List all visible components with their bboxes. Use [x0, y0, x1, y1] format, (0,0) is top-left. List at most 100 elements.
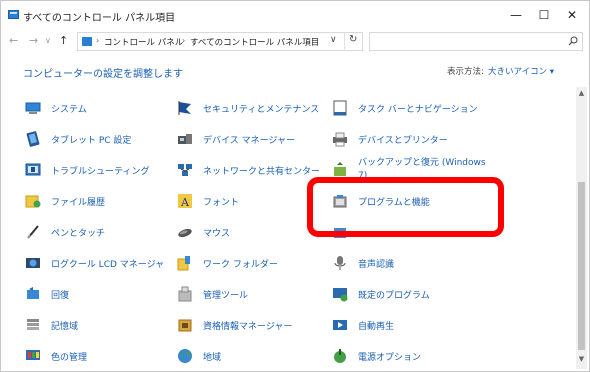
credential-icon	[178, 319, 192, 332]
item-file-history[interactable]: ファイル履歴	[25, 190, 185, 212]
item-label: 既定のプログラム	[358, 291, 430, 301]
svg-text:A: A	[180, 196, 190, 209]
item-label: フォント	[203, 198, 240, 208]
item-label: トラブルシューティング	[51, 167, 150, 177]
address-row: ← → ∨ ↑ › コントロール パネル › すべてのコントロール パネル項目 …	[1, 29, 589, 55]
microphone-icon	[334, 256, 346, 270]
device-manager-icon	[178, 134, 192, 144]
globe-icon	[178, 349, 192, 363]
color-management-icon	[26, 350, 40, 360]
default-programs-icon	[333, 288, 348, 302]
item-label: ファイル履歴	[51, 198, 106, 208]
view-by-select[interactable]: 大きいアイコン ▾	[488, 65, 554, 77]
item-pen-and-touch[interactable]: ペンとタッチ	[25, 221, 185, 243]
recovery-icon	[27, 287, 39, 299]
item-tablet-pc-settings[interactable]: タブレット PC 設定	[25, 128, 185, 150]
address-dropdown-icon[interactable]: ∨	[330, 35, 337, 45]
autoplay-icon	[333, 320, 347, 330]
lcd-manager-icon	[26, 258, 40, 268]
backup-icon	[334, 162, 346, 176]
item-autoplay[interactable]: 自動再生	[332, 314, 492, 336]
search-icon	[568, 36, 578, 46]
refresh-icon[interactable]: ↻	[349, 34, 357, 45]
item-label: 色の管理	[51, 353, 88, 363]
item-region[interactable]: 地域	[177, 345, 337, 367]
power-icon	[334, 349, 346, 363]
scroll-down-icon[interactable]: ▼	[576, 355, 587, 363]
item-default-programs[interactable]: 既定のプログラム	[332, 283, 492, 305]
breadcrumb-separator-icon: ›	[96, 36, 100, 45]
item-taskbar-and-navigation[interactable]: タスク バーとナビゲーション	[332, 97, 492, 119]
item-system[interactable]: システム	[25, 97, 185, 119]
item-work-folders[interactable]: ワーク フォルダー	[177, 252, 337, 274]
item-label: タスク バーとナビゲーション	[358, 105, 478, 115]
item-label: 記憶域	[51, 322, 79, 332]
item-label: 自動再生	[358, 322, 395, 332]
troubleshooting-icon	[25, 163, 41, 176]
recent-locations-icon[interactable]: ∨	[45, 33, 51, 49]
page-title: コンピューターの設定を調整します	[23, 69, 183, 80]
item-device-manager[interactable]: デバイス マネージャー	[177, 128, 337, 150]
item-label: ネットワークと共有センター	[203, 167, 321, 177]
item-label: ワーク フォルダー	[203, 260, 278, 270]
item-label: デバイス マネージャー	[203, 136, 295, 146]
item-label: ログクール LCD マネージャ	[51, 260, 165, 270]
scroll-thumb[interactable]	[578, 182, 585, 350]
network-icon	[178, 164, 192, 176]
item-label: 管理ツール	[203, 291, 249, 301]
address-folder-icon	[82, 37, 92, 46]
item-label: セキュリティとメンテナンス	[203, 105, 320, 115]
item-recovery[interactable]: 回復	[25, 283, 185, 305]
close-button[interactable]: ✕	[554, 3, 590, 27]
item-storage-spaces[interactable]: 記憶域	[25, 314, 185, 336]
back-arrow-icon[interactable]: ←	[9, 33, 18, 49]
address-divider	[344, 33, 345, 50]
item-troubleshooting[interactable]: トラブルシューティング	[25, 159, 185, 181]
printer-icon	[333, 132, 347, 147]
search-input[interactable]	[369, 32, 583, 51]
item-logitech-lcd-manager[interactable]: ログクール LCD マネージャ	[25, 252, 185, 274]
forward-arrow-icon[interactable]: →	[29, 33, 38, 49]
breadcrumb-all-items[interactable]: すべてのコントロール パネル項目	[190, 36, 319, 48]
vertical-scrollbar[interactable]: ▲ ▼	[576, 87, 587, 369]
mouse-icon	[178, 228, 192, 238]
item-color-management[interactable]: 色の管理	[25, 345, 185, 367]
item-label: デバイスとプリンター	[358, 136, 448, 146]
item-security-and-maintenance[interactable]: セキュリティとメンテナンス	[177, 97, 337, 119]
item-label: 音声認識	[358, 260, 395, 270]
item-label: 電源オプション	[358, 353, 422, 363]
item-administrative-tools[interactable]: 管理ツール	[177, 283, 337, 305]
tablet-icon	[26, 131, 40, 147]
item-label: 回復	[51, 291, 70, 301]
storage-icon	[27, 319, 39, 330]
item-label: 地域	[203, 353, 222, 363]
security-flag-icon	[178, 101, 191, 115]
item-label: 資格情報マネージャー	[203, 322, 293, 332]
item-power-options[interactable]: 電源オプション	[332, 345, 492, 367]
breadcrumb-separator-icon: ›	[182, 36, 186, 45]
item-label: マウス	[203, 229, 231, 239]
breadcrumb-control-panel[interactable]: コントロール パネル	[104, 36, 183, 48]
admin-tools-icon	[178, 286, 192, 302]
scroll-up-icon[interactable]: ▲	[576, 89, 587, 97]
item-devices-and-printers[interactable]: デバイスとプリンター	[332, 128, 492, 150]
item-label: ペンとタッチ	[51, 229, 106, 239]
address-bar[interactable]: › コントロール パネル › すべてのコントロール パネル項目 ∨ ↻	[77, 32, 363, 51]
control-panel-icon	[8, 10, 19, 19]
item-label: タブレット PC 設定	[51, 136, 132, 146]
item-speech-recognition[interactable]: 音声認識	[332, 252, 492, 274]
file-history-icon	[25, 195, 41, 208]
up-arrow-icon[interactable]: ↑	[59, 33, 68, 49]
item-credential-manager[interactable]: 資格情報マネージャー	[177, 314, 337, 336]
title-bar: すべてのコントロール パネル項目 — ☐ ✕	[1, 1, 589, 29]
system-monitor-icon	[25, 102, 41, 114]
taskbar-icon	[333, 100, 347, 116]
window-title: すべてのコントロール パネル項目	[23, 13, 176, 24]
item-label: システム	[51, 105, 87, 115]
highlight-annotation	[307, 177, 504, 237]
work-folders-icon	[177, 256, 190, 271]
control-panel-window: すべてのコントロール パネル項目 — ☐ ✕ ← → ∨ ↑ › コントロール …	[0, 0, 590, 372]
pen-icon	[27, 225, 39, 239]
fonts-icon: A	[178, 194, 192, 209]
view-by-label: 表示方法:	[447, 67, 484, 77]
